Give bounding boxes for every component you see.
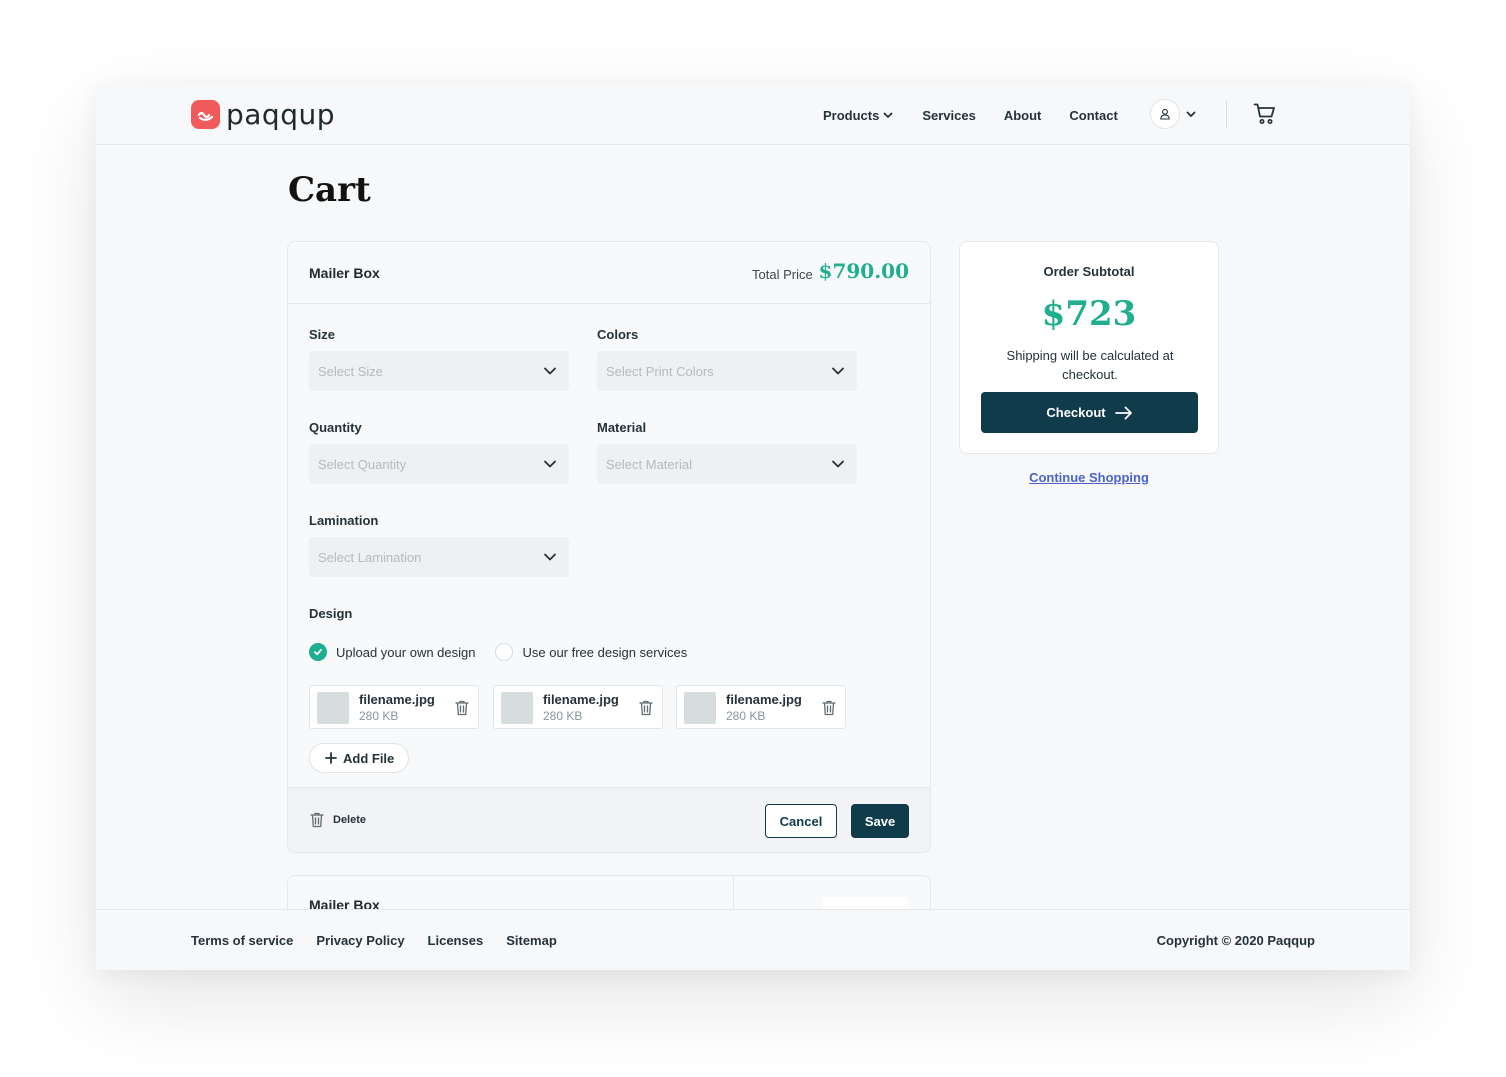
cancel-button[interactable]: Cancel [765, 804, 837, 838]
chevron-down-icon [883, 112, 893, 118]
order-subtotal-value: $723 [1041, 294, 1137, 334]
cart-item-title: Mailer Box [309, 265, 380, 281]
radio-upload-design-label[interactable]: Upload your own design [336, 645, 475, 660]
file-thumbnail [684, 692, 716, 724]
chevron-down-icon [1186, 111, 1196, 117]
nav-products-label: Products [823, 107, 880, 123]
cart-item-card: Mailer Box Total Price $790.00 Size Sele… [287, 241, 931, 853]
file-size: 280 KB [359, 709, 399, 723]
file-name: filename.jpg [543, 692, 619, 707]
continue-shopping-link[interactable]: Continue Shopping [959, 470, 1219, 485]
quantity-select[interactable]: Select Quantity [309, 444, 569, 484]
colors-select[interactable]: Select Print Colors [597, 351, 857, 391]
copyright: Copyright © 2020 Paqqup [1156, 933, 1315, 948]
footer-link-terms[interactable]: Terms of service [191, 933, 293, 948]
quantity-label: Quantity [309, 420, 362, 435]
material-select[interactable]: Select Material [597, 444, 857, 484]
chevron-down-icon [544, 460, 556, 468]
trash-icon[interactable] [638, 699, 654, 722]
nav-about[interactable]: About [1004, 108, 1042, 123]
footer: Terms of service Privacy Policy Licenses… [96, 909, 1410, 970]
file-thumbnail [501, 692, 533, 724]
size-placeholder: Select Size [318, 363, 384, 379]
radio-design-services-label[interactable]: Use our free design services [522, 645, 687, 660]
colors-label: Colors [597, 327, 639, 342]
order-subtotal-label: Order Subtotal [1043, 264, 1135, 279]
radio-upload-design[interactable] [309, 643, 327, 661]
checkout-label: Checkout [1046, 405, 1106, 420]
delete-button[interactable]: Delete [309, 811, 366, 829]
add-file-button[interactable]: Add File [309, 743, 410, 773]
uploaded-file: filename.jpg 280 KB [309, 685, 479, 729]
page-title: Cart [288, 170, 371, 210]
save-button[interactable]: Save [851, 804, 909, 838]
chevron-down-icon [544, 553, 556, 561]
brand-logo[interactable]: paqqup [191, 100, 335, 129]
nav-divider [1226, 101, 1227, 127]
design-options: Upload your own design Use our free desi… [309, 643, 687, 661]
brand-name: paqqup [226, 97, 335, 131]
design-label: Design [309, 606, 353, 621]
plus-icon [325, 752, 337, 764]
add-file-label: Add File [343, 750, 395, 766]
material-placeholder: Select Material [606, 456, 692, 472]
quantity-placeholder: Select Quantity [318, 456, 407, 472]
footer-links: Terms of service Privacy Policy Licenses… [191, 933, 557, 948]
order-summary-card: Order Subtotal $723 Shipping will be cal… [959, 241, 1219, 454]
nav-services[interactable]: Services [922, 108, 976, 123]
file-name: filename.jpg [726, 692, 802, 707]
lamination-select[interactable]: Select Lamination [309, 537, 569, 577]
top-navbar: paqqup Products Services About Contact [96, 84, 1410, 145]
delete-label: Delete [333, 814, 367, 826]
trash-icon[interactable] [821, 699, 837, 722]
main-nav: Products Services About Contact [823, 105, 1118, 125]
cart-icon[interactable] [1253, 102, 1277, 131]
logo-mark-icon [191, 100, 220, 129]
file-name: filename.jpg [359, 692, 435, 707]
trash-icon [310, 812, 324, 828]
uploaded-file: filename.jpg 280 KB [676, 685, 846, 729]
chevron-down-icon [544, 367, 556, 375]
user-icon [1160, 108, 1170, 120]
footer-link-sitemap[interactable]: Sitemap [506, 933, 557, 948]
arrow-right-icon [1114, 406, 1132, 419]
size-select[interactable]: Select Size [309, 351, 569, 391]
checkout-button[interactable]: Checkout [981, 392, 1198, 433]
nav-products[interactable]: Products [823, 108, 893, 123]
shipping-note: Shipping will be calculated at checkout. [1006, 348, 1174, 382]
file-thumbnail [317, 692, 349, 724]
lamination-placeholder: Select Lamination [318, 549, 422, 565]
avatar [1150, 99, 1180, 129]
nav-contact[interactable]: Contact [1069, 108, 1117, 123]
trash-icon[interactable] [454, 699, 470, 722]
total-price-value: $790.00 [818, 259, 909, 283]
radio-design-services[interactable] [495, 643, 514, 661]
app-window: paqqup Products Services About Contact C… [96, 84, 1410, 970]
check-icon [314, 648, 322, 656]
size-label: Size [309, 327, 336, 342]
file-size: 280 KB [543, 709, 583, 723]
chevron-down-icon [832, 367, 844, 375]
total-price-label: Total Price [752, 267, 813, 282]
material-label: Material [597, 420, 647, 435]
chevron-down-icon [832, 460, 844, 468]
user-menu[interactable] [1150, 99, 1196, 129]
colors-placeholder: Select Print Colors [606, 363, 714, 379]
footer-link-licenses[interactable]: Licenses [428, 933, 484, 948]
footer-link-privacy[interactable]: Privacy Policy [316, 933, 404, 948]
lamination-label: Lamination [309, 513, 379, 528]
cart-item-footer: Delete Cancel Save [288, 787, 930, 852]
cart-item-header: Mailer Box Total Price $790.00 [288, 242, 930, 304]
file-size: 280 KB [726, 709, 766, 723]
uploaded-file: filename.jpg 280 KB [493, 685, 663, 729]
